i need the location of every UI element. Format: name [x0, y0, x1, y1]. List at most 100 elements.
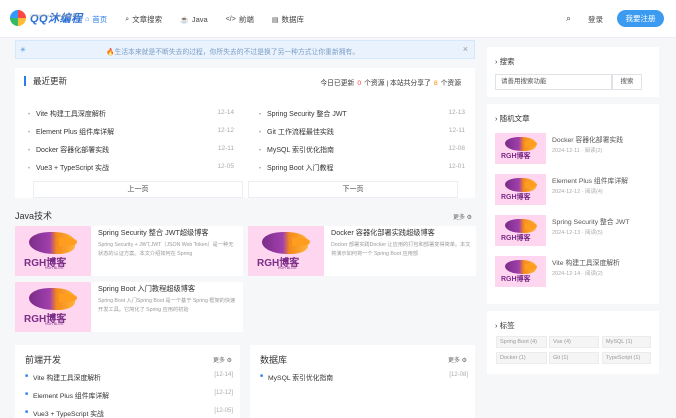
list-item[interactable]: • Docker 容器化部署实践 12-11: [28, 145, 234, 163]
recent-title: 最近更新: [24, 76, 67, 86]
java-more-link[interactable]: 更多 ⚙: [453, 212, 472, 221]
list-item[interactable]: • Vite 构建工具深度解析 12-14: [28, 109, 234, 127]
beak-shape: [525, 141, 537, 147]
item-title: Element Plus 组件库详解: [36, 129, 115, 136]
item-title: MySQL 索引优化指南: [268, 375, 334, 382]
list-item[interactable]: ■ Element Plus 组件库详解 [12-12]: [25, 390, 233, 402]
list-item[interactable]: • Git 工作流程最佳实践 12-11: [259, 127, 465, 145]
tag-typescript[interactable]: TypeScript (1): [602, 352, 651, 364]
search-icon: ⌕: [125, 15, 130, 23]
random-meta: 2024-12-12 · 阅读(4): [552, 189, 603, 195]
search-button[interactable]: 搜索: [612, 74, 642, 90]
article-card[interactable]: RGH博客 RGH BLOG Docker 容器化部署实践超级博客 Docker …: [248, 226, 476, 276]
nav-frontend[interactable]: </> 前端: [226, 14, 254, 25]
list-item[interactable]: ■ Vue3 + TypeScript 实战 [12-05]: [25, 408, 233, 418]
frontend-more-link[interactable]: 更多 ⚙: [213, 355, 232, 364]
nav-home[interactable]: ⌂ 首页: [85, 14, 107, 25]
dot-icon: ■: [25, 391, 29, 397]
dot-icon: •: [259, 112, 262, 118]
list-item[interactable]: • Spring Boot 入门教程 12-01: [259, 163, 465, 181]
item-title: Spring Boot 入门教程: [267, 165, 334, 172]
card-excerpt: Docker 部署实践Docker 让应用的打包和部署变得简单。本文将演示如何将…: [331, 242, 471, 257]
login-link[interactable]: 登录: [588, 14, 603, 25]
beak-shape: [525, 182, 537, 188]
card-excerpt: Spring Security + JWT,JWT（JSON Web Token…: [98, 242, 234, 257]
site-logo[interactable]: QQ沐编程: [10, 9, 83, 27]
main-nav: ⌂ 首页 ⌕ 文章搜索 ☕ Java </> 前端 ▤ 数据库: [85, 14, 322, 25]
article-thumbnail: RGH博客: [495, 174, 546, 205]
nav-home-label: 首页: [92, 15, 108, 24]
header-search-icon[interactable]: ⌕: [566, 13, 571, 24]
beak-shape: [59, 294, 77, 302]
random-article[interactable]: RGH博客 Spring Security 整合 JWT 2024-12-13 ·…: [495, 215, 655, 247]
home-icon: ⌂: [85, 16, 90, 23]
database-icon: ▤: [271, 16, 279, 24]
beak-shape: [525, 223, 537, 229]
top-header: QQ沐编程 CODING AND LEARNING ⌂ 首页 ⌕ 文章搜索 ☕ Jav…: [0, 0, 676, 38]
random-panel-title: › 随机文章: [495, 113, 530, 124]
item-title: Vue3 + TypeScript 实战: [33, 411, 104, 418]
tag-mysql[interactable]: MySQL (1): [602, 336, 651, 348]
next-page-button[interactable]: 下一页: [248, 181, 458, 198]
list-item[interactable]: • Vue3 + TypeScript 实战 12-05: [28, 163, 234, 181]
item-date: [12-14]: [214, 372, 233, 378]
search-input[interactable]: 请善用搜索功能: [495, 74, 612, 90]
list-item[interactable]: • MySQL 索引优化指南 12-08: [259, 145, 465, 163]
frontend-panel: 前端开发 更多 ⚙ ■ Vite 构建工具深度解析 [12-14] ■ Element…: [15, 345, 240, 418]
sidebar-tags-panel: › 标签 Spring Boot (4) Vue (4) MySQL (1) D…: [487, 311, 659, 374]
coffee-icon: ☕: [180, 16, 189, 24]
tag-vue[interactable]: Vue (4): [549, 336, 599, 348]
dot-icon: •: [28, 148, 31, 154]
nav-java-label: Java: [191, 15, 208, 24]
random-title: Docker 容器化部署实践: [552, 137, 623, 144]
item-date: 12-01: [448, 163, 465, 170]
thumb-brand: RGH博客: [501, 153, 531, 160]
random-meta: 2024-12-14 · 阅读(2): [552, 271, 603, 277]
dot-icon: •: [259, 166, 262, 172]
list-item[interactable]: • Element Plus 组件库详解 12-12: [28, 127, 234, 145]
recent-list-right: • Spring Security 整合 JWT 12-13 • Git 工作流程最佳…: [259, 109, 465, 181]
nav-database[interactable]: ▤ 数据库: [272, 14, 304, 25]
logo-icon: [10, 10, 26, 26]
nav-java[interactable]: ☕ Java: [180, 14, 208, 25]
list-item[interactable]: • Spring Security 整合 JWT 12-13: [259, 109, 465, 127]
item-date: [12-05]: [214, 408, 233, 414]
database-more-link[interactable]: 更多 ⚙: [448, 355, 467, 364]
random-article[interactable]: RGH博客 Vite 构建工具深度解析 2024-12-14 · 阅读(2): [495, 256, 655, 288]
dot-icon: •: [259, 148, 262, 154]
item-title: Docker 容器化部署实践: [36, 147, 110, 154]
random-title: Spring Security 整合 JWT: [552, 219, 630, 226]
stats-prefix: 今日已更新: [320, 80, 355, 87]
list-item[interactable]: ■ Vite 构建工具深度解析 [12-14]: [25, 372, 233, 384]
random-meta: 2024-12-11 · 阅读(2): [552, 148, 603, 154]
random-article[interactable]: RGH博客 Element Plus 组件库详解 2024-12-12 · 阅读(…: [495, 174, 655, 206]
random-article[interactable]: RGH博客 Docker 容器化部署实践 2024-12-11 · 阅读(2): [495, 133, 655, 165]
recent-updates-panel: 最近更新 今日已更新 0 个资源 | 本站共分享了 8 个资源 • Vite 构建工具深度…: [15, 68, 475, 198]
prev-page-button[interactable]: 上一页: [33, 181, 243, 198]
item-date: [12-12]: [214, 390, 233, 396]
notice-text: 🔥生活本来就是不断失去的过程，你所失去的不过是换了另一种方式让你重新拥有。: [106, 49, 360, 56]
nav-frontend-label: 前端: [238, 15, 254, 24]
frontend-title: 前端开发: [25, 355, 62, 365]
dot-icon: •: [28, 130, 31, 136]
today-count: 0: [357, 80, 362, 87]
article-card[interactable]: RGH博客 RGH BLOG Spring Boot 入门教程超级博客 Sprin…: [15, 282, 243, 332]
notice-spinner-icon: ✳: [20, 47, 26, 54]
nav-database-label: 数据库: [281, 15, 304, 24]
beak-shape: [292, 238, 310, 246]
dot-icon: •: [259, 130, 262, 136]
tag-spring-boot[interactable]: Spring Boot (4): [496, 336, 547, 348]
article-thumbnail: RGH博客 RGH BLOG: [248, 226, 324, 276]
thumb-brand-sub: RGH BLOG: [45, 322, 64, 326]
register-button[interactable]: 我要注册: [617, 10, 664, 27]
article-card[interactable]: RGH博客 RGH BLOG Spring Security 整合 JWT超级博客…: [15, 226, 243, 276]
item-title: Spring Security 整合 JWT: [267, 111, 347, 118]
tag-git[interactable]: Git (1): [549, 352, 599, 364]
nav-search[interactable]: ⌕ 文章搜索: [125, 14, 162, 25]
close-icon[interactable]: ×: [463, 44, 468, 54]
tag-docker[interactable]: Docker (1): [496, 352, 547, 364]
random-title-label: 随机文章: [499, 114, 530, 123]
nav-search-label: 文章搜索: [132, 15, 163, 24]
list-item[interactable]: ■ MySQL 索引优化指南 [12-08]: [260, 372, 468, 384]
article-thumbnail: RGH博客: [495, 215, 546, 246]
